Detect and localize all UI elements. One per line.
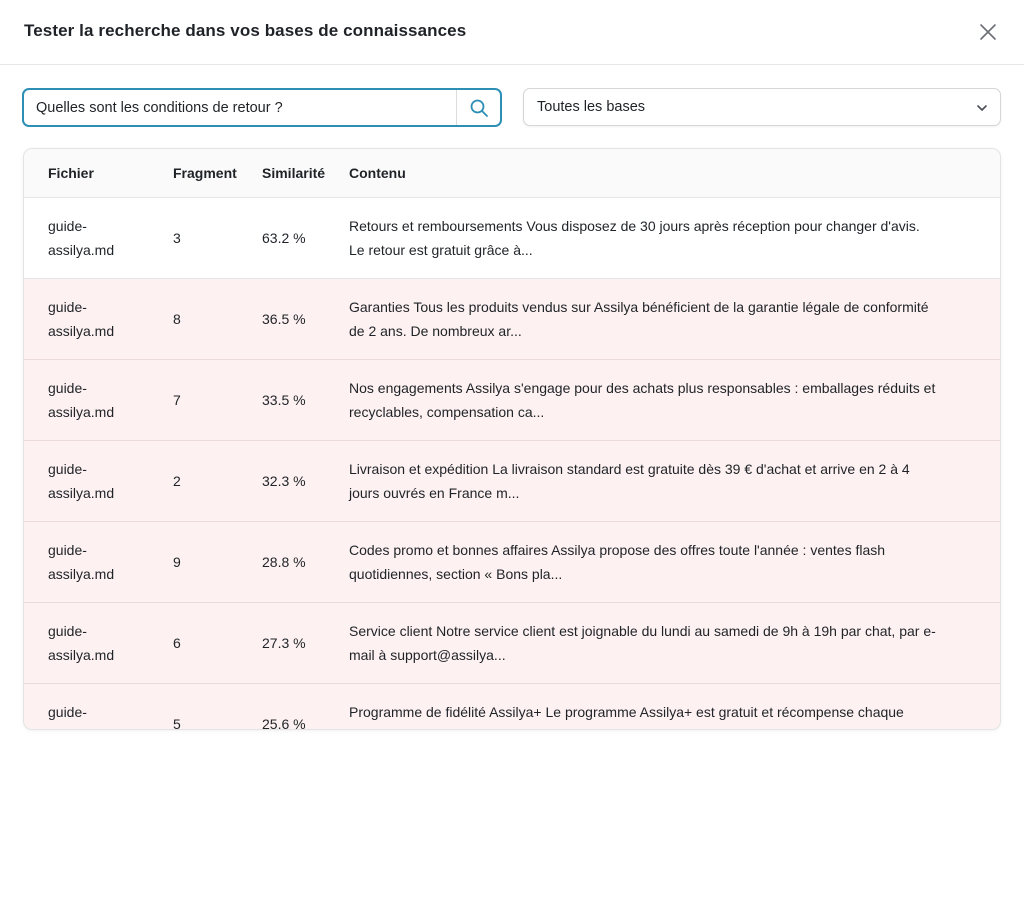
file-name-line: guide- — [48, 623, 87, 639]
table-row[interactable]: guide-assilya.md 6 27.3 % Service client No… — [24, 603, 1000, 684]
cell-content: Garanties Tous les produits vendus sur A… — [349, 295, 981, 343]
cell-fragment: 3 — [173, 230, 181, 246]
file-name-line: guide- — [48, 218, 87, 234]
cell-similarity: 27.3 % — [262, 635, 306, 651]
file-name-line: assilya.md — [48, 485, 115, 501]
file-name-line: guide- — [48, 461, 87, 477]
cell-similarity: 33.5 % — [262, 392, 306, 408]
cell-fragment: 7 — [173, 392, 181, 408]
select-value: Toutes les bases — [537, 99, 646, 115]
cell-fragment: 5 — [173, 716, 181, 730]
cell-content: Nos engagements Assilya s'engage pour de… — [349, 376, 981, 424]
file-name-line: guide- — [48, 380, 87, 396]
file-name-line: assilya.md — [48, 242, 115, 258]
content-line: Codes promo et bonnes affaires Assilya p… — [349, 542, 886, 558]
results-table: Fichier Fragment Similarité Contenu guid… — [23, 148, 1001, 730]
cell-fragment: 8 — [173, 311, 181, 327]
cell-similarity: 25.6 % — [262, 716, 306, 730]
cell-content: Codes promo et bonnes affaires Assilya p… — [349, 538, 981, 586]
file-name-line: guide- — [48, 704, 87, 720]
column-header-similarity: Similarité — [262, 165, 326, 181]
content-line: jours ouvrés en France m... — [349, 485, 520, 501]
file-name-line: guide- — [48, 299, 87, 315]
cell-file: guide-assilya.md — [48, 376, 158, 424]
chevron-down-icon — [977, 105, 987, 111]
cell-content: Programme de fidélité Assilya+ Le progra… — [349, 700, 981, 724]
dialog-header: Tester la recherche dans vos bases de co… — [0, 0, 1024, 65]
cell-file: guide-assilya.md — [48, 214, 158, 262]
cell-fragment: 9 — [173, 554, 181, 570]
column-header-file: Fichier — [48, 165, 94, 181]
cell-similarity: 32.3 % — [262, 473, 306, 489]
cell-similarity: 63.2 % — [262, 230, 306, 246]
cell-file: guide- — [48, 700, 158, 724]
file-name-line: assilya.md — [48, 647, 115, 663]
content-line: recyclables, compensation ca... — [349, 404, 545, 420]
cell-file: guide-assilya.md — [48, 457, 158, 505]
cell-file: guide-assilya.md — [48, 538, 158, 586]
content-line: quotidiennes, section « Bons pla... — [349, 566, 563, 582]
cell-fragment: 6 — [173, 635, 181, 651]
cell-file: guide-assilya.md — [48, 619, 158, 667]
file-name-line: assilya.md — [48, 404, 115, 420]
cell-similarity: 28.8 % — [262, 554, 306, 570]
table-row[interactable]: guide-assilya.md 8 36.5 % Garanties Tous le… — [24, 279, 1000, 360]
content-line: de 2 ans. De nombreux ar... — [349, 323, 522, 339]
cell-content: Retours et remboursements Vous disposez … — [349, 214, 981, 262]
cell-content: Service client Notre service client est … — [349, 619, 981, 667]
dialog-title: Tester la recherche dans vos bases de co… — [24, 21, 467, 40]
table-body: guide-assilya.md 3 63.2 % Retours et rembou… — [24, 198, 1000, 730]
content-line: Livraison et expédition La livraison sta… — [349, 461, 910, 477]
file-name-line: guide- — [48, 542, 87, 558]
content-line: Retours et remboursements Vous disposez … — [349, 218, 920, 234]
cell-file: guide-assilya.md — [48, 295, 158, 343]
search-icon — [470, 99, 488, 117]
content-line: mail à support@assilya... — [349, 647, 506, 663]
column-header-content: Contenu — [349, 165, 406, 181]
table-header: Fichier Fragment Similarité Contenu — [24, 149, 1000, 198]
column-header-fragment: Fragment — [173, 165, 237, 181]
file-name-line: assilya.md — [48, 566, 115, 582]
content-line: Le retour est gratuit grâce à... — [349, 242, 533, 258]
close-icon — [980, 24, 996, 40]
content-line: Nos engagements Assilya s'engage pour de… — [349, 380, 936, 396]
table-row[interactable]: guide- 5 25.6 % Programme de fidélité Assil… — [24, 684, 1000, 730]
knowledge-base-select[interactable]: Toutes les bases — [523, 88, 1001, 126]
search-button[interactable] — [456, 90, 500, 125]
content-line: Programme de fidélité Assilya+ Le progra… — [349, 704, 904, 720]
table-row[interactable]: guide-assilya.md 2 32.3 % Livraison et expé… — [24, 441, 1000, 522]
table-row[interactable]: guide-assilya.md 7 33.5 % Nos engagements A… — [24, 360, 1000, 441]
table-row[interactable]: guide-assilya.md 3 63.2 % Retours et rembou… — [24, 198, 1000, 279]
table-row[interactable]: guide-assilya.md 9 28.8 % Codes promo et bo… — [24, 522, 1000, 603]
search-input[interactable] — [24, 90, 456, 125]
cell-content: Livraison et expédition La livraison sta… — [349, 457, 981, 505]
cell-similarity: 36.5 % — [262, 311, 306, 327]
file-name-line: assilya.md — [48, 323, 115, 339]
cell-fragment: 2 — [173, 473, 181, 489]
content-line: Service client Notre service client est … — [349, 623, 936, 639]
content-line: Garanties Tous les produits vendus sur A… — [349, 299, 929, 315]
close-button[interactable] — [976, 20, 1000, 44]
search-box — [22, 88, 502, 127]
